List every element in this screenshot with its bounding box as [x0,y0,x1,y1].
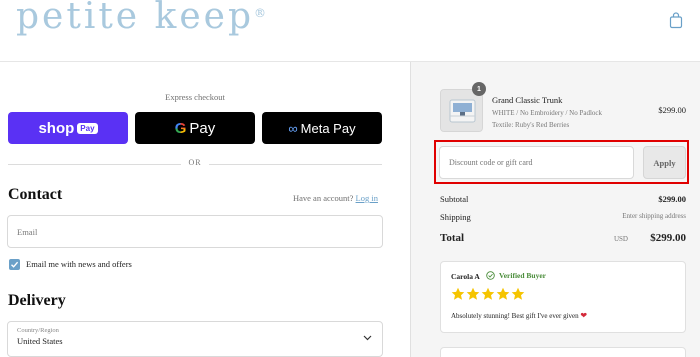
review-text-body: Absolutely stunning! Best gift I've ever… [451,312,579,320]
newsletter-checkbox[interactable] [9,259,20,270]
shop-pay-tag: Pay [77,122,98,134]
meta-pay-button[interactable]: ∞ Meta Pay [262,112,382,144]
review-card-next [440,347,686,357]
google-pay-text: Pay [189,119,216,137]
star-icon [466,287,480,300]
email-field[interactable]: Email [7,215,383,248]
trademark-mark: ® [254,6,267,20]
star-icon [481,287,495,300]
country-select[interactable]: Country/Region United States [7,321,383,357]
product-variant: WHITE / No Embroidery / No Padlock [492,109,603,117]
shipping-value: Enter shipping address [622,212,686,220]
total-value: $299.00 [650,232,686,244]
shopping-bag-icon[interactable] [669,12,683,29]
contact-heading: Contact [8,186,63,203]
shipping-row: Shipping Enter shipping address [440,212,686,222]
email-placeholder: Email [17,227,38,237]
star-icon [511,287,525,300]
product-price: $299.00 [658,105,686,115]
checkmark-icon [11,261,19,268]
google-g-icon: G [174,119,187,137]
shop-pay-text: shop [38,119,75,137]
star-rating [451,287,526,301]
verified-check-icon [486,271,495,280]
account-prompt: Have an account? Log in [293,193,378,203]
heart-icon: ❤ [580,311,588,320]
login-link[interactable]: Log in [356,193,378,203]
brand-logo-text: petite keep [16,0,255,37]
reviewer-name: Carola A [451,272,480,281]
subtotal-row: Subtotal $299.00 [440,194,686,204]
discount-code-input[interactable]: Discount code or gift card [439,146,634,179]
total-label: Total [440,232,465,244]
product-name: Grand Classic Trunk [492,95,563,105]
country-label: Country/Region [17,327,59,334]
google-pay-button[interactable]: G Pay [135,112,255,144]
star-icon [496,287,510,300]
meta-pay-text: Meta Pay [300,120,356,136]
country-value: United States [17,336,63,346]
express-checkout-label: Express checkout [165,92,225,102]
header: petite keep® [0,0,700,62]
quantity-badge: 1 [472,82,486,96]
brand-logo[interactable]: petite keep® [16,0,266,37]
trunk-image [441,90,482,131]
verified-badge-text: Verified Buyer [499,271,547,280]
newsletter-label: Email me with news and offers [26,259,132,269]
product-textile: Textile: Ruby's Red Berries [492,121,570,129]
verified-badge: Verified Buyer [486,271,546,280]
apply-discount-button[interactable]: Apply [643,146,686,179]
discount-placeholder: Discount code or gift card [449,158,533,167]
order-summary: 1 Grand Classic Trunk WHITE / No Embroid… [410,62,700,357]
chevron-down-icon [363,335,372,341]
review-card: Carola A Verified Buyer Absolutely stunn… [440,261,686,333]
checkout-form: Express checkout shop Pay G Pay ∞ Meta Pay … [0,62,410,357]
shipping-label: Shipping [440,212,471,222]
meta-infinity-icon: ∞ [288,120,298,136]
review-text: Absolutely stunning! Best gift I've ever… [451,311,587,320]
subtotal-label: Subtotal [440,194,469,204]
account-prompt-text: Have an account? [293,193,354,203]
subtotal-value: $299.00 [658,194,686,204]
star-icon [451,287,465,300]
delivery-heading: Delivery [8,292,66,309]
total-currency: USD [613,235,628,243]
or-separator: OR [181,158,209,167]
shop-pay-button[interactable]: shop Pay [8,112,128,144]
total-row: Total USD $299.00 [440,232,686,244]
